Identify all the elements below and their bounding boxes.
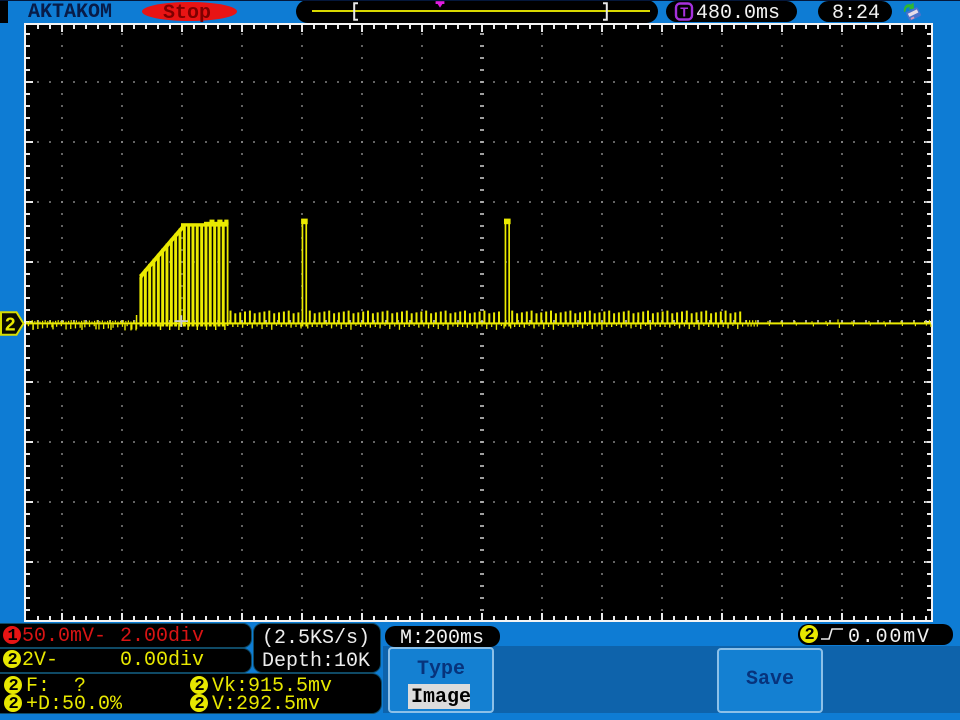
svg-text:2: 2 bbox=[5, 315, 16, 337]
